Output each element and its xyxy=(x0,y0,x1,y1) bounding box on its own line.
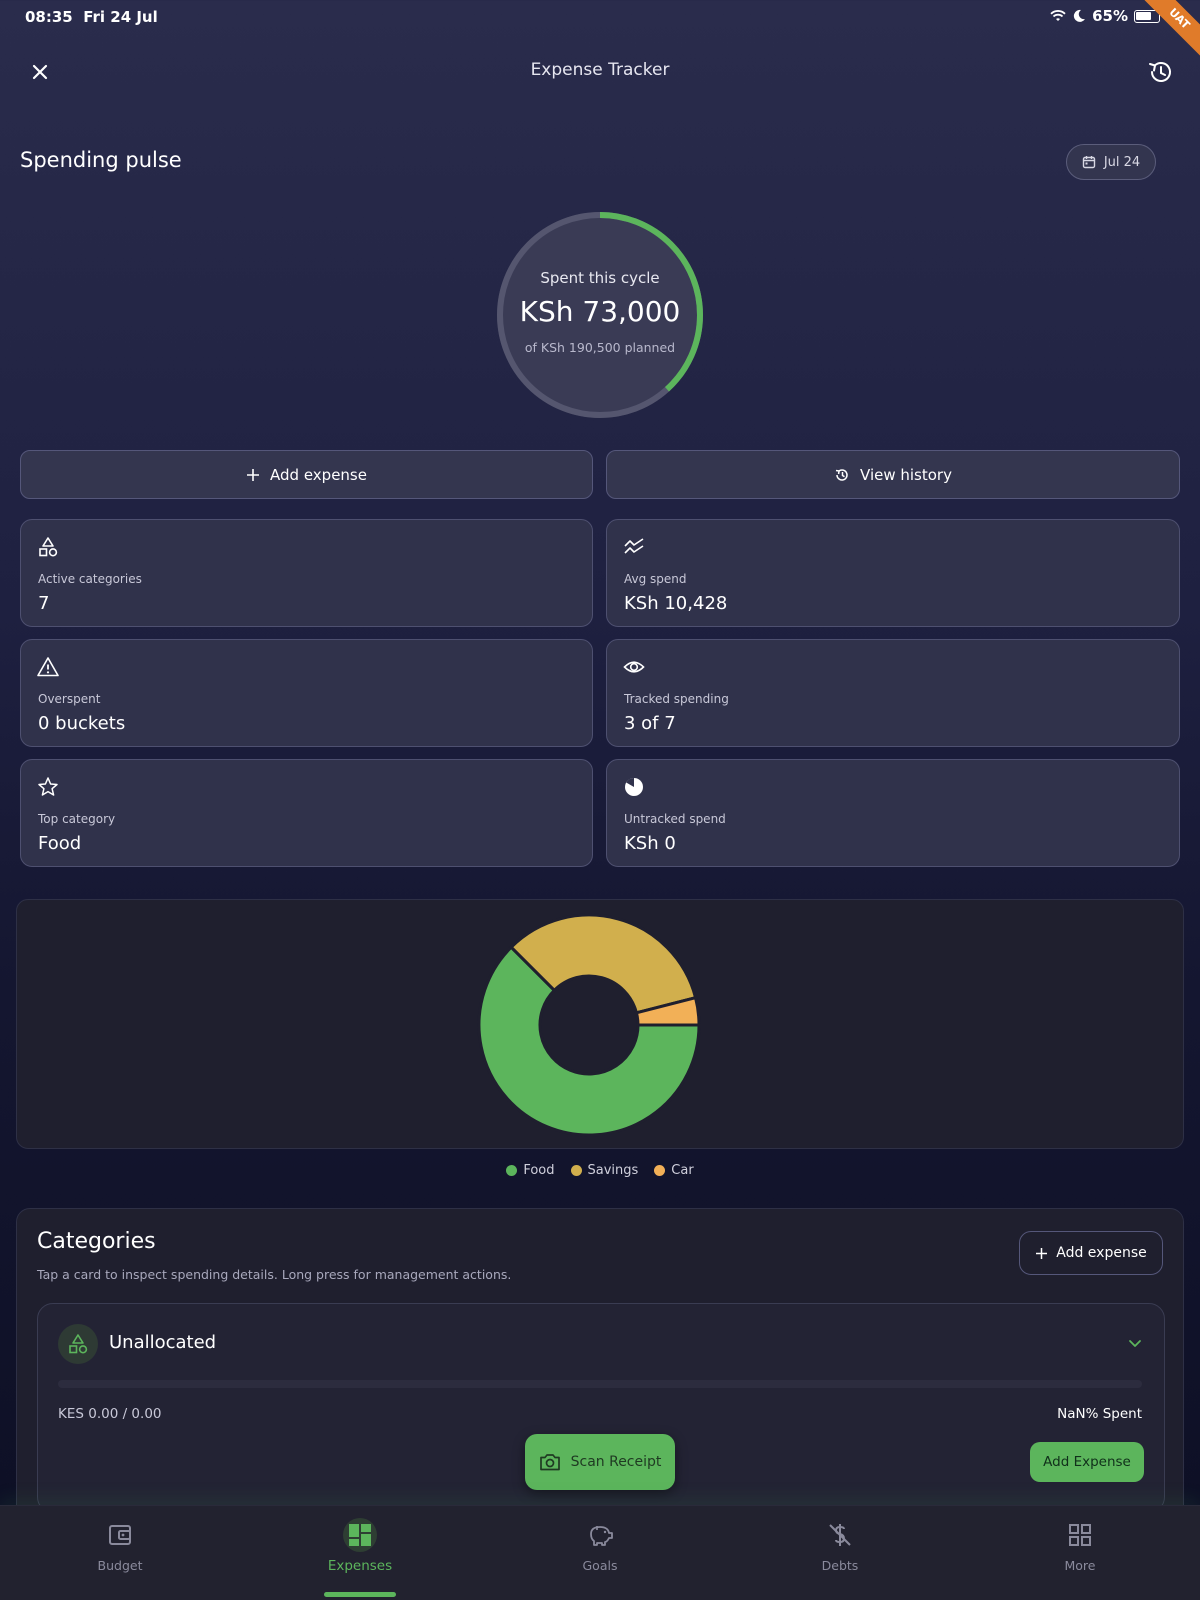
status-time: 08:35 Fri 24 Jul xyxy=(25,8,158,26)
stat-label: Top category xyxy=(38,812,116,826)
stat-label: Active categories xyxy=(38,572,142,586)
legend-item: Car xyxy=(654,1163,694,1178)
stat-tracked-spending[interactable]: Tracked spending 3 of 7 xyxy=(606,639,1180,747)
category-avatar xyxy=(58,1324,98,1364)
category-percent-spent: NaN% Spent xyxy=(1057,1406,1142,1422)
history-icon[interactable] xyxy=(1146,58,1174,86)
nav-label: More xyxy=(1064,1558,1096,1573)
ring-summary: Spent this cycle KSh 73,000 of KSh 190,5… xyxy=(494,209,706,421)
planned-amount: of KSh 190,500 planned xyxy=(524,340,676,355)
shapes-icon xyxy=(69,1334,88,1354)
nav-label: Expenses xyxy=(327,1558,393,1574)
legend-label: Savings xyxy=(587,1163,639,1178)
plus-icon xyxy=(1036,1247,1048,1259)
stat-overspent[interactable]: Overspent 0 buckets xyxy=(20,639,593,747)
stat-value: Food xyxy=(38,833,82,854)
chart-legend: Food Savings Car xyxy=(0,1163,1200,1178)
wallet-icon xyxy=(109,1525,131,1545)
add-expense-label: Add expense xyxy=(270,465,367,484)
stat-value: 0 buckets xyxy=(38,713,126,734)
stat-value: KSh 10,428 xyxy=(624,593,728,614)
stat-avg-spend[interactable]: Avg spend KSh 10,428 xyxy=(606,519,1180,627)
dashboard-icon xyxy=(349,1524,371,1546)
stat-top-category[interactable]: Top category Food xyxy=(20,759,593,867)
chevron-down-icon[interactable] xyxy=(1126,1334,1144,1352)
categories-add-expense-button[interactable]: Add expense xyxy=(1019,1231,1163,1275)
nav-active-indicator xyxy=(324,1592,396,1597)
stat-label: Untracked spend xyxy=(624,812,726,826)
eye-icon xyxy=(623,661,645,673)
spending-pulse-title: Spending pulse xyxy=(20,148,182,172)
stat-active-categories[interactable]: Active categories 7 xyxy=(20,519,593,627)
history-icon xyxy=(835,468,848,481)
nav-budget[interactable]: Budget xyxy=(60,1518,180,1582)
nav-expenses[interactable]: Expenses xyxy=(300,1518,420,1582)
category-amount: KES 0.00 / 0.00 xyxy=(58,1406,162,1422)
stat-label: Avg spend xyxy=(624,572,687,586)
legend-swatch xyxy=(506,1165,518,1176)
status-bar: 08:35 Fri 24 Jul 65% UAT xyxy=(0,0,1200,66)
legend-swatch xyxy=(654,1165,666,1176)
ring-label: Spent this cycle xyxy=(540,269,660,287)
trend-icon xyxy=(624,538,644,554)
legend-item: Food xyxy=(506,1163,555,1178)
nav-debts[interactable]: Debts xyxy=(780,1518,900,1582)
stat-untracked-spend[interactable]: Untracked spend KSh 0 xyxy=(606,759,1180,867)
legend-item: Savings xyxy=(570,1163,639,1178)
add-expense-label: Add expense xyxy=(1056,1245,1147,1261)
nav-icon-wrap xyxy=(823,1518,857,1552)
stat-label: Overspent xyxy=(38,692,101,706)
stat-value: 7 xyxy=(38,593,50,614)
stat-value: KSh 0 xyxy=(624,833,676,854)
date-chip-label: Jul 24 xyxy=(1103,154,1141,170)
shapes-icon xyxy=(39,537,58,557)
legend-swatch xyxy=(570,1165,582,1176)
categories-subtitle: Tap a card to inspect spending details. … xyxy=(37,1267,512,1282)
scan-receipt-button[interactable]: Scan Receipt xyxy=(525,1434,675,1490)
wifi-icon xyxy=(1050,10,1066,21)
nav-icon-wrap xyxy=(583,1518,617,1552)
nav-icon-wrap xyxy=(343,1518,377,1552)
nav-goals[interactable]: Goals xyxy=(540,1518,660,1582)
pie-icon xyxy=(625,778,643,796)
warning-icon xyxy=(37,657,59,677)
date-chip[interactable]: Jul 24 xyxy=(1066,144,1156,180)
page-title: Expense Tracker xyxy=(530,60,670,80)
legend-label: Food xyxy=(523,1163,555,1178)
star-icon xyxy=(38,777,58,796)
piggy-bank-icon xyxy=(590,1526,613,1546)
plus-icon xyxy=(247,468,260,481)
nav-icon-wrap xyxy=(1063,1518,1097,1552)
status-indicators: 65% xyxy=(1050,7,1160,25)
money-off-icon xyxy=(829,1524,851,1546)
add-expense-button[interactable]: Add expense xyxy=(20,450,593,499)
category-add-expense-button[interactable]: Add Expense xyxy=(1030,1442,1144,1482)
nav-icon-wrap xyxy=(103,1518,137,1552)
grid-icon xyxy=(1069,1524,1091,1546)
nav-more[interactable]: More xyxy=(1020,1518,1140,1582)
view-history-label: View history xyxy=(860,465,952,484)
spending-donut-chart xyxy=(477,913,701,1137)
legend-label: Car xyxy=(671,1163,694,1178)
camera-icon xyxy=(539,1454,560,1471)
battery-percent: 65% xyxy=(1092,7,1128,25)
nav-label: Budget xyxy=(97,1558,143,1573)
status-clock: 08:35 xyxy=(25,8,73,26)
app-bar: Expense Tracker xyxy=(0,52,1200,92)
stat-label: Tracked spending xyxy=(624,692,729,706)
spent-amount: KSh 73,000 xyxy=(519,295,681,328)
category-progress-bar xyxy=(58,1380,1142,1388)
moon-icon xyxy=(1073,9,1086,22)
view-history-button[interactable]: View history xyxy=(606,450,1180,499)
nav-label: Goals xyxy=(582,1558,618,1573)
calendar-icon xyxy=(1082,156,1096,169)
spending-chart-card xyxy=(16,899,1184,1149)
nav-label: Debts xyxy=(821,1558,859,1573)
categories-title: Categories xyxy=(37,1229,156,1254)
status-date: Fri 24 Jul xyxy=(83,8,158,26)
stat-value: 3 of 7 xyxy=(624,713,676,734)
scan-receipt-label: Scan Receipt xyxy=(570,1454,662,1470)
category-name: Unallocated xyxy=(109,1332,217,1353)
bottom-navigation: Budget Expenses Goals Debts More xyxy=(0,1505,1200,1600)
